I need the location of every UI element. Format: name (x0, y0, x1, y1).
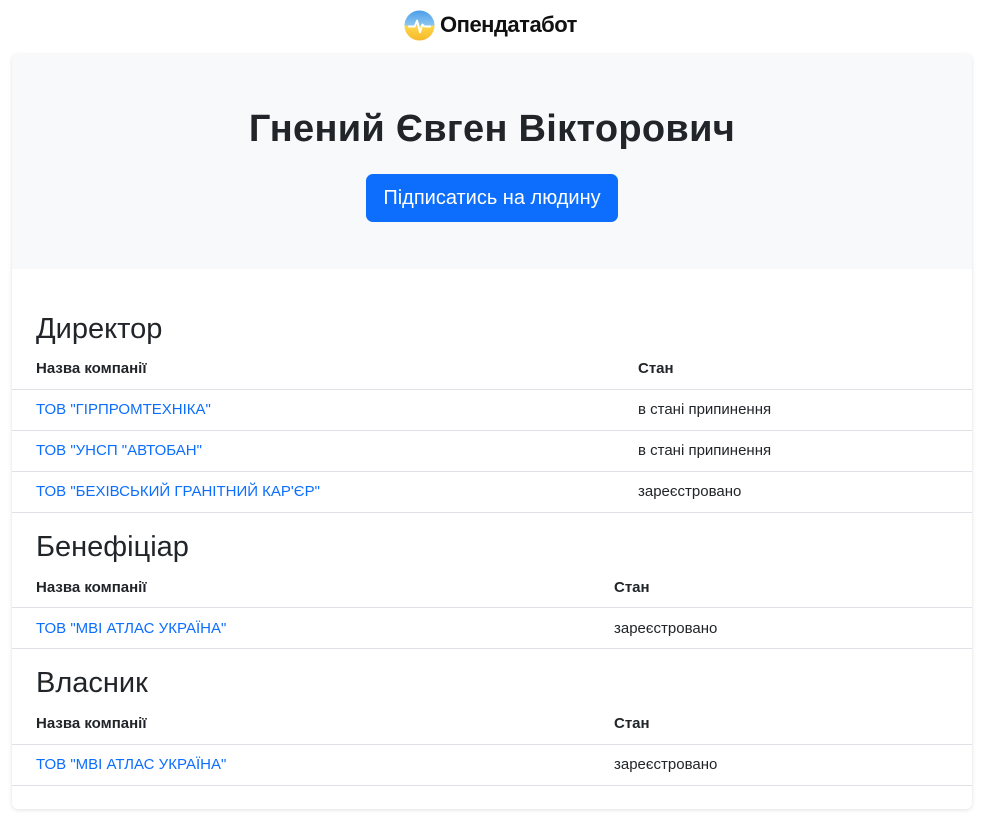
company-status: зареєстровано (614, 471, 972, 513)
column-header-company: Назва компанії (12, 349, 614, 390)
table-row: ТОВ "БЕХІВСЬКИЙ ГРАНІТНИЙ КАР'ЄР" зареєс… (12, 471, 972, 513)
company-link[interactable]: ТОВ "ГІРПРОМТЕХНІКА" (36, 401, 211, 418)
table-row: ТОВ "МВІ АТЛАС УКРАЇНА" зареєстровано (12, 607, 972, 649)
section-owner: Власник Назва компанії Стан ТОВ "МВІ АТЛ… (12, 665, 972, 786)
companies-table: Назва компанії Стан ТОВ "ГІРПРОМТЕХНІКА"… (12, 349, 972, 513)
person-name: Гнений Євген Вікторович (248, 108, 736, 150)
column-header-status: Стан (590, 567, 972, 608)
column-header-company: Назва компанії (12, 567, 590, 608)
table-header-row: Назва компанії Стан (12, 567, 972, 608)
section-title: Бенефіціар (36, 530, 189, 563)
company-status: в стані припинення (614, 389, 972, 431)
section-director: Директор Назва компанії Стан ТОВ "ГІРПРО… (12, 269, 972, 513)
company-link[interactable]: ТОВ "УНСП "АВТОБАН" (36, 442, 202, 459)
table-row: ТОВ "МВІ АТЛАС УКРАЇНА" зареєстровано (12, 744, 972, 786)
table-row: ТОВ "УНСП "АВТОБАН" в стані припинення (12, 430, 972, 472)
brand-link[interactable]: Опендатабот (404, 9, 577, 41)
companies-table: Назва компанії Стан ТОВ "МВІ АТЛАС УКРАЇ… (12, 567, 972, 649)
table-header-row: Назва компанії Стан (12, 704, 972, 745)
opendatabot-logo-icon (404, 9, 435, 41)
subscribe-person-button[interactable]: Підписатись на людину (366, 174, 618, 222)
section-title: Власник (36, 667, 148, 699)
company-status: зареєстровано (590, 744, 972, 786)
column-header-company: Назва компанії (12, 704, 590, 745)
section-title: Директор (36, 313, 163, 345)
top-bar: Опендатабот (0, 0, 981, 50)
column-header-status: Стан (614, 349, 972, 390)
company-status: в стані припинення (614, 430, 972, 472)
table-header-row: Назва компанії Стан (12, 349, 972, 390)
companies-table: Назва компанії Стан ТОВ "МВІ АТЛАС УКРАЇ… (12, 704, 972, 786)
company-link[interactable]: ТОВ "МВІ АТЛАС УКРАЇНА" (36, 756, 226, 773)
section-beneficiary: Бенефіціар Назва компанії Стан ТОВ "МВІ … (12, 529, 972, 649)
table-row: ТОВ "ГІРПРОМТЕХНІКА" в стані припинення (12, 389, 972, 431)
company-status: зареєстровано (590, 607, 972, 649)
company-link[interactable]: ТОВ "МВІ АТЛАС УКРАЇНА" (36, 620, 226, 637)
company-link[interactable]: ТОВ "БЕХІВСЬКИЙ ГРАНІТНИЙ КАР'ЄР" (36, 483, 320, 500)
person-header: Гнений Євген Вікторович Підписатись на л… (12, 54, 972, 269)
person-card: Гнений Євген Вікторович Підписатись на л… (12, 54, 972, 809)
column-header-status: Стан (590, 704, 972, 745)
brand-name: Опендатабот (440, 12, 577, 37)
